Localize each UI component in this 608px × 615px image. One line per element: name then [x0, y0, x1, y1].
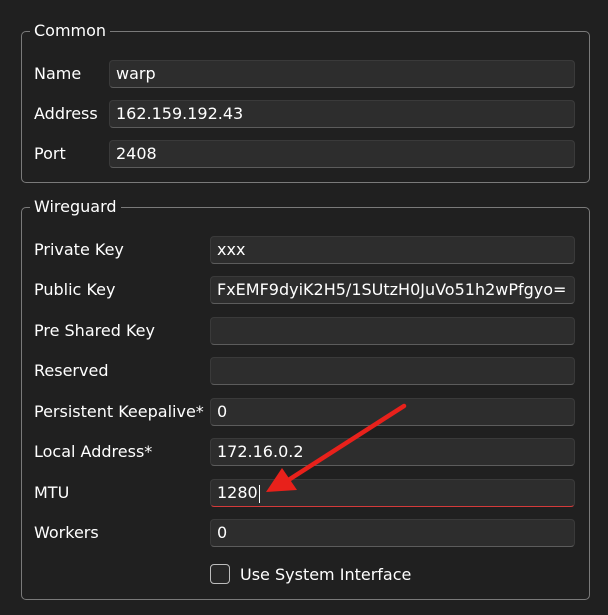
persistent-keepalive-label: Persistent Keepalive*: [34, 402, 204, 421]
mtu-label: MTU: [34, 483, 70, 502]
settings-panel: Common Name warp Address 162.159.192.43 …: [0, 0, 608, 615]
pre-shared-key-label: Pre Shared Key: [34, 321, 155, 340]
use-system-interface-checkbox[interactable]: [210, 564, 230, 584]
mtu-row: MTU 1280: [22, 478, 589, 508]
workers-row: Workers 0: [22, 518, 589, 548]
public-key-label: Public Key: [34, 280, 116, 299]
name-row: Name warp: [22, 59, 589, 89]
name-label: Name: [34, 64, 82, 83]
address-input[interactable]: 162.159.192.43: [109, 100, 575, 128]
local-address-row: Local Address* 172.16.0.2: [22, 437, 589, 467]
private-key-label: Private Key: [34, 240, 124, 259]
pre-shared-key-row: Pre Shared Key: [22, 316, 589, 346]
public-key-input[interactable]: FxEMF9dyiK2H5/1SUtzH0JuVo51h2wPfgyo=: [210, 276, 575, 304]
workers-input[interactable]: 0: [210, 519, 575, 547]
port-input[interactable]: 2408: [109, 140, 575, 168]
common-legend: Common: [30, 21, 111, 41]
port-row: Port 2408: [22, 139, 589, 169]
address-label: Address: [34, 104, 98, 123]
public-key-row: Public Key FxEMF9dyiK2H5/1SUtzH0JuVo51h2…: [22, 275, 589, 305]
address-row: Address 162.159.192.43: [22, 99, 589, 129]
mtu-input[interactable]: 1280: [210, 479, 575, 507]
reserved-label: Reserved: [34, 361, 109, 380]
port-label: Port: [34, 144, 66, 163]
text-caret: [258, 484, 260, 503]
local-address-input[interactable]: 172.16.0.2: [210, 438, 575, 466]
reserved-row: Reserved: [22, 356, 589, 386]
persistent-keepalive-input[interactable]: 0: [210, 398, 575, 426]
wireguard-group: Wireguard Private Key xxx Public Key FxE…: [21, 197, 590, 600]
common-group: Common Name warp Address 162.159.192.43 …: [21, 21, 590, 183]
private-key-input[interactable]: xxx: [210, 236, 575, 264]
private-key-row: Private Key xxx: [22, 235, 589, 265]
persistent-keepalive-row: Persistent Keepalive* 0: [22, 397, 589, 427]
local-address-label: Local Address*: [34, 442, 153, 461]
mtu-value: 1280: [217, 483, 258, 502]
workers-label: Workers: [34, 523, 99, 542]
use-system-interface-label[interactable]: Use System Interface: [240, 565, 411, 584]
reserved-input[interactable]: [210, 357, 575, 385]
name-input[interactable]: warp: [109, 60, 575, 88]
wireguard-legend: Wireguard: [30, 197, 121, 217]
use-system-interface-row[interactable]: Use System Interface: [210, 559, 411, 589]
pre-shared-key-input[interactable]: [210, 317, 575, 345]
